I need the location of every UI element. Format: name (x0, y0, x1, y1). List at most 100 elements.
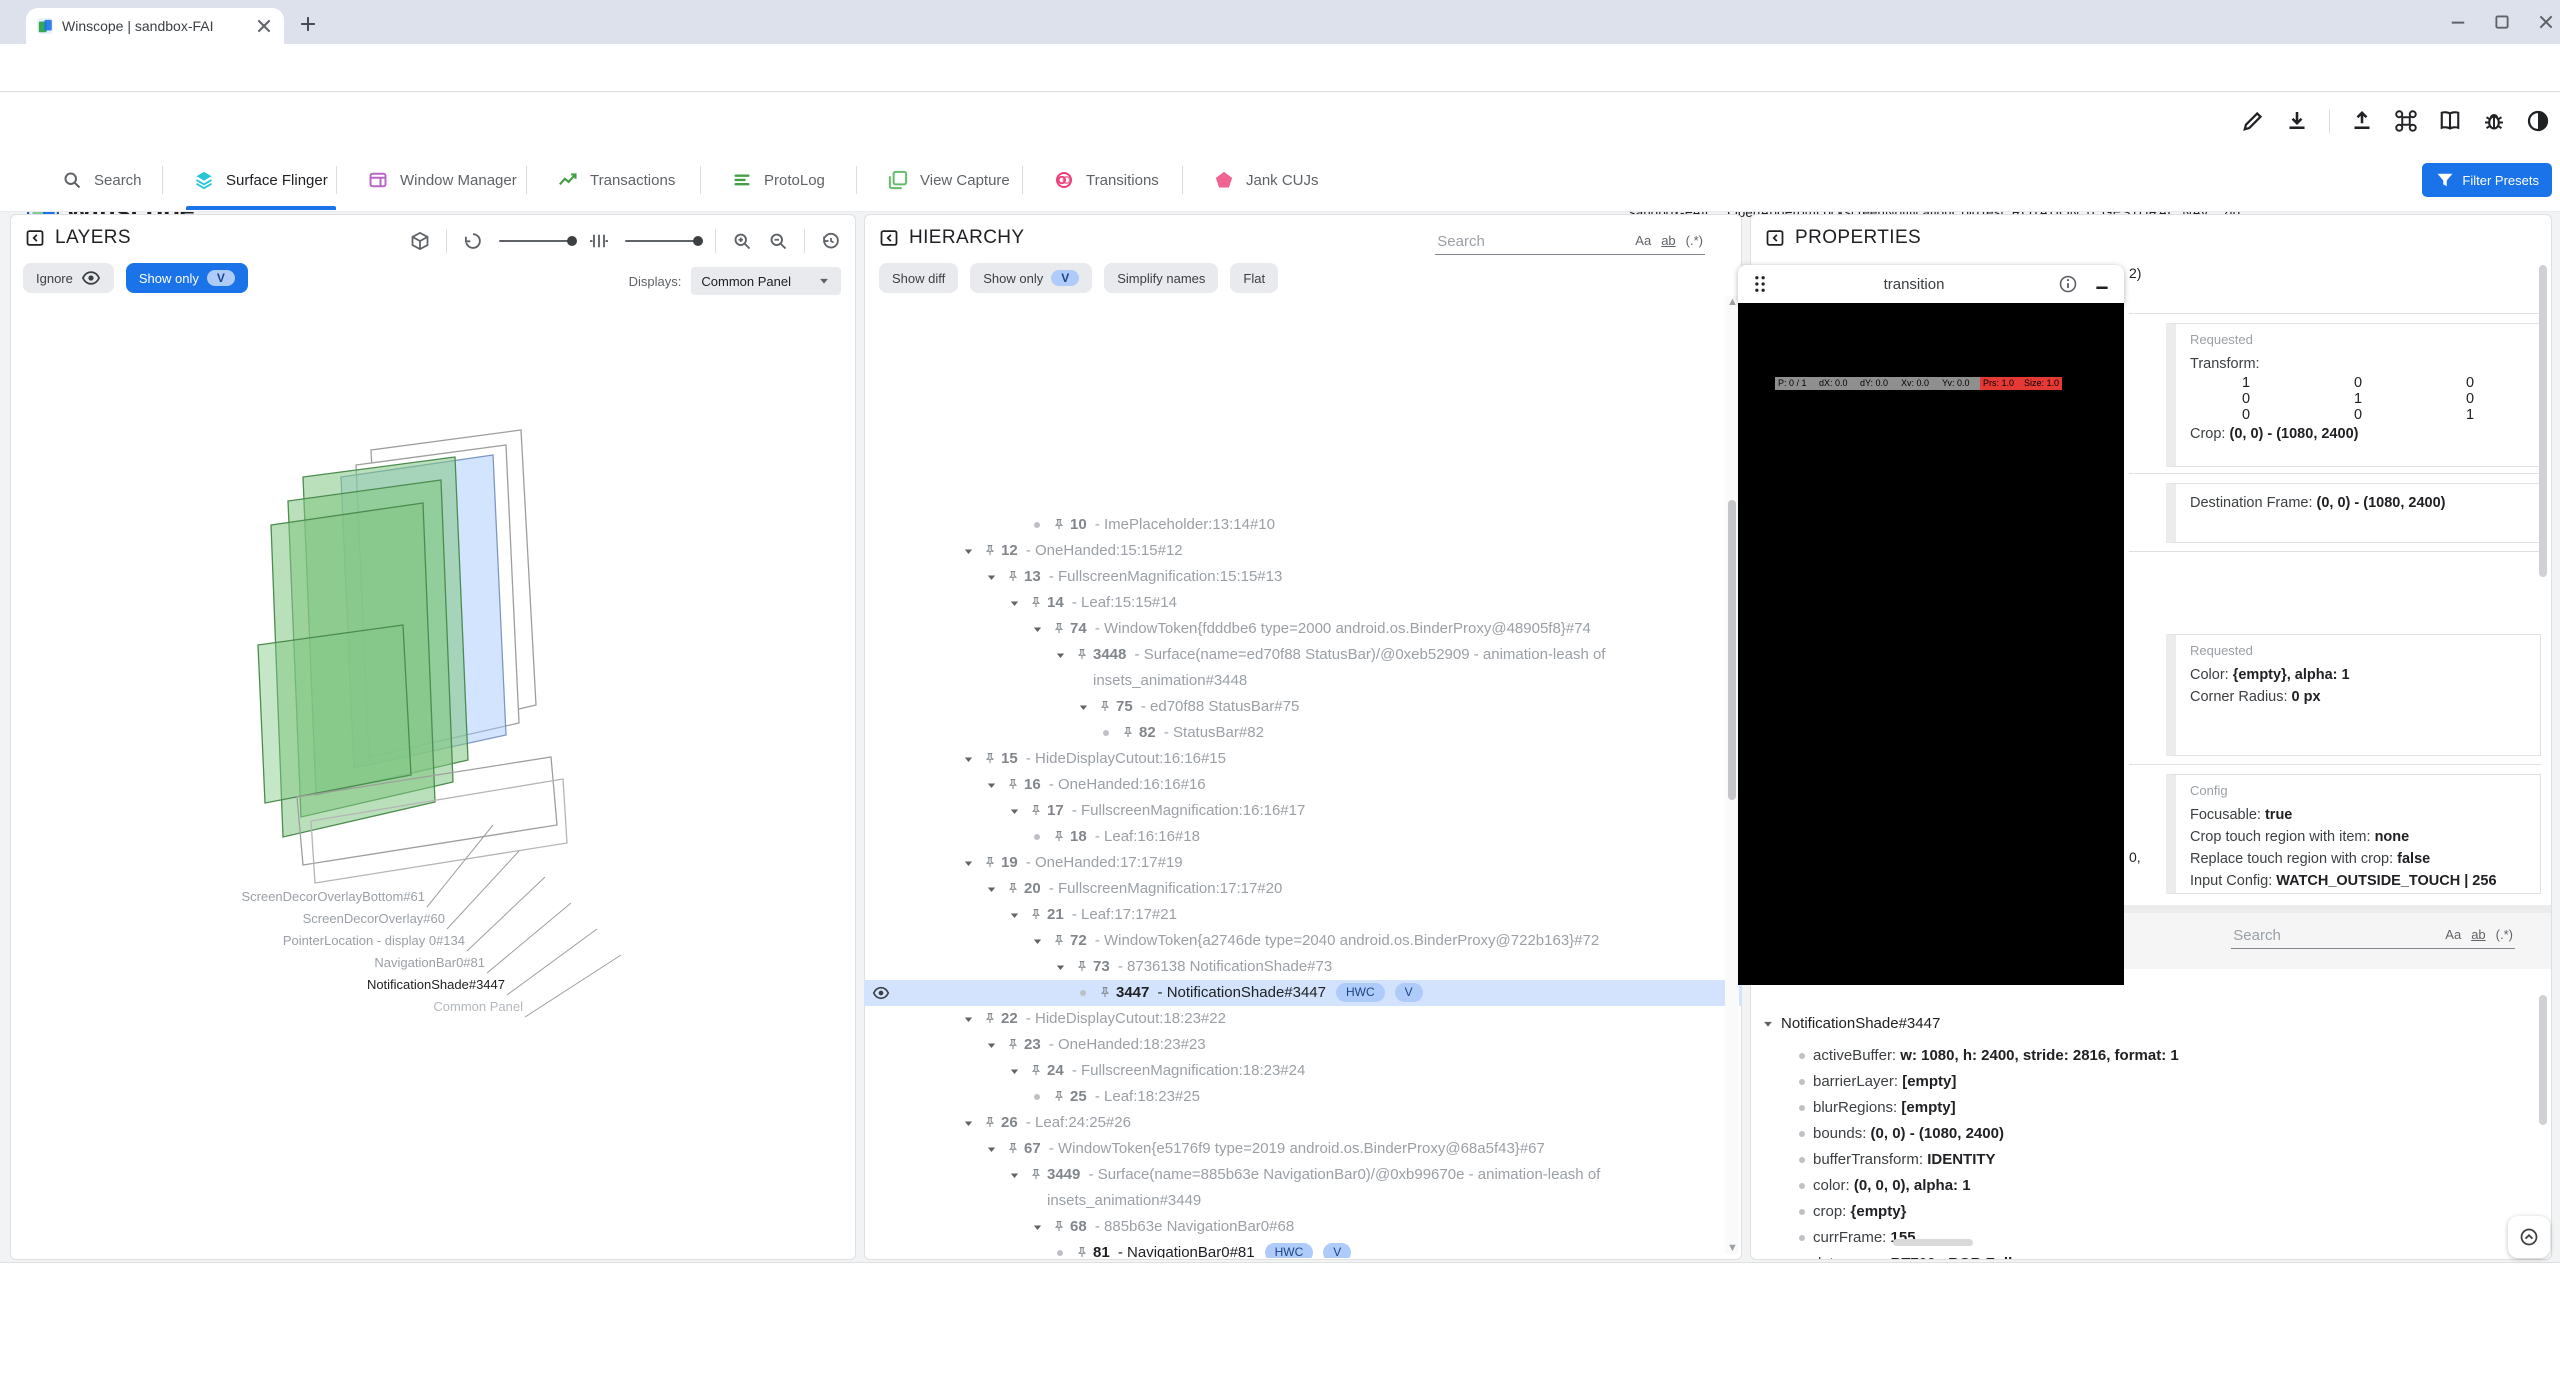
collapse-node-icon[interactable] (1003, 1058, 1025, 1078)
property-node[interactable]: crop: {empty} (1791, 1199, 2531, 1225)
drag-handle-icon[interactable] (1750, 274, 1770, 294)
collapse-node-icon[interactable] (1003, 798, 1025, 818)
tab-view-capture[interactable]: View Capture (862, 150, 1036, 210)
pin-icon[interactable] (1002, 564, 1024, 584)
tree-node[interactable]: 16 - OneHanded:16:16#16 (864, 772, 1742, 798)
tree-node[interactable]: 3447 - NotificationShade#3447HWCV (864, 980, 1742, 1006)
collapse-node-icon[interactable] (1072, 694, 1094, 714)
match-word-toggle[interactable]: ab (1661, 233, 1675, 248)
window-minimize-icon[interactable] (2448, 12, 2468, 32)
overlay-title-bar[interactable]: transition (1738, 265, 2124, 303)
tab-protolog[interactable]: ProtoLog (706, 150, 851, 210)
tree-node[interactable]: 74 - WindowToken{fdddbe6 type=2000 andro… (864, 616, 1742, 642)
layer-rect[interactable] (258, 625, 411, 803)
pin-icon[interactable] (1071, 954, 1093, 974)
layer-label[interactable]: NotificationShade#3447 (31, 977, 505, 992)
tab-close-icon[interactable] (254, 16, 274, 36)
tree-node[interactable]: 3449 - Surface(name=885b63e NavigationBa… (864, 1162, 1742, 1214)
tab-transactions[interactable]: Transactions (532, 150, 701, 210)
tab-window-manager[interactable]: Window Manager (342, 150, 543, 210)
collapse-node-icon[interactable] (980, 1032, 1002, 1052)
collapse-node-icon[interactable] (980, 1136, 1002, 1156)
pin-icon[interactable] (1094, 694, 1116, 714)
collapse-panel-icon[interactable] (1765, 228, 1785, 248)
tree-node[interactable]: 14 - Leaf:15:15#14 (864, 590, 1742, 616)
collapse-panel-icon[interactable] (25, 228, 45, 248)
property-node[interactable]: dataspace: BT709 sRGB Full range (1791, 1251, 2531, 1259)
tab-surface-flinger[interactable]: Surface Flinger (168, 150, 354, 210)
tree-node[interactable]: 3448 - Surface(name=ed70f88 StatusBar)/@… (864, 642, 1742, 694)
spacing-slider[interactable] (625, 240, 699, 242)
new-tab-button[interactable] (298, 14, 318, 34)
tree-node[interactable]: 17 - FullscreenMagnification:16:16#17 (864, 798, 1742, 824)
tree-node[interactable]: 67 - WindowToken{e5176f9 type=2019 andro… (864, 1136, 1742, 1162)
reset-view-icon[interactable] (821, 231, 841, 251)
collapse-node-icon[interactable] (980, 564, 1002, 584)
pin-icon[interactable] (979, 1110, 1001, 1130)
tree-node[interactable]: 82 - StatusBar#82 (864, 720, 1742, 746)
layer-label[interactable]: ScreenDecorOverlay#60 (31, 911, 445, 926)
pin-icon[interactable] (1025, 798, 1047, 818)
rotation-slider[interactable] (499, 240, 573, 242)
collapse-node-icon[interactable] (1026, 616, 1048, 636)
pin-icon[interactable] (1048, 928, 1070, 948)
tree-node[interactable]: 13 - FullscreenMagnification:15:15#13 (864, 564, 1742, 590)
tree-node[interactable]: 10 - ImePlaceholder:13:14#10 (864, 512, 1742, 538)
tree-node[interactable]: 72 - WindowToken{a2746de type=2040 andro… (864, 928, 1742, 954)
collapse-panel-icon[interactable] (879, 228, 899, 248)
collapse-node-icon[interactable] (957, 850, 979, 870)
visibility-eye-icon[interactable] (872, 984, 890, 1002)
match-word-toggle[interactable]: ab (2471, 927, 2485, 942)
zoom-out-icon[interactable] (768, 231, 788, 251)
pin-icon[interactable] (1048, 1084, 1070, 1104)
regex-toggle[interactable]: (.*) (1686, 233, 1703, 248)
expand-timeline-button[interactable] (2508, 1216, 2550, 1258)
tree-node[interactable]: 75 - ed70f88 StatusBar#75 (864, 694, 1742, 720)
tree-node[interactable]: 22 - HideDisplayCutout:18:23#22 (864, 1006, 1742, 1032)
bug-icon[interactable] (2482, 109, 2506, 133)
layer-label[interactable]: Common Panel (31, 999, 523, 1014)
tab-search[interactable]: Search (36, 150, 168, 210)
properties-root-node[interactable]: NotificationShade#3447 (1761, 1015, 1940, 1032)
pin-icon[interactable] (1117, 720, 1139, 740)
collapse-node-icon[interactable] (1026, 1214, 1048, 1234)
collapse-node-icon[interactable] (1049, 954, 1071, 974)
device-screen-view[interactable]: P: 0 / 1dX: 0.0dY: 0.0Xv: 0.0Yv: 0.0Prs:… (1738, 303, 2124, 985)
hierarchy-search-input[interactable] (1435, 229, 1625, 255)
minimize-overlay-icon[interactable] (2092, 274, 2112, 294)
window-close-icon[interactable] (2536, 12, 2556, 32)
tree-node[interactable]: 18 - Leaf:16:16#18 (864, 824, 1742, 850)
tree-node[interactable]: 81 - NavigationBar0#81HWCV (864, 1240, 1742, 1258)
pin-icon[interactable] (1048, 1214, 1070, 1234)
chip-simplify-names[interactable]: Simplify names (1104, 263, 1218, 293)
zoom-in-icon[interactable] (732, 231, 752, 251)
property-node[interactable]: bufferTransform: IDENTITY (1791, 1147, 2531, 1173)
tree-node[interactable]: 19 - OneHanded:17:17#19 (864, 850, 1742, 876)
subpanel-scrollbar[interactable] (2539, 995, 2547, 1125)
regex-toggle[interactable]: (.*) (2496, 927, 2513, 942)
ignore-chip[interactable]: Ignore (23, 263, 114, 293)
info-icon[interactable] (2058, 274, 2078, 294)
hierarchy-scrollbar[interactable]: ▲ ▼ (1725, 296, 1739, 1254)
pin-icon[interactable] (979, 850, 1001, 870)
tree-node[interactable]: 73 - 8736138 NotificationShade#73 (864, 954, 1742, 980)
upload-icon[interactable] (2350, 109, 2374, 133)
collapse-node-icon[interactable] (1003, 1162, 1025, 1182)
collapse-node-icon[interactable] (1003, 902, 1025, 922)
shortcuts-icon[interactable] (2394, 109, 2418, 133)
pin-icon[interactable] (1048, 824, 1070, 844)
property-node[interactable]: currFrame: 155 (1791, 1225, 2531, 1251)
collapse-node-icon[interactable] (980, 772, 1002, 792)
tree-node[interactable]: 21 - Leaf:17:17#21 (864, 902, 1742, 928)
tree-node[interactable]: 23 - OneHanded:18:23#23 (864, 1032, 1742, 1058)
pin-icon[interactable] (1002, 876, 1024, 896)
show-only-chip[interactable]: Show only V (126, 263, 248, 293)
collapse-node-icon[interactable] (1049, 642, 1071, 662)
pin-icon[interactable] (1094, 980, 1116, 1000)
collapse-node-icon[interactable] (957, 1110, 979, 1130)
pin-icon[interactable] (1002, 1032, 1024, 1052)
tree-node[interactable]: 15 - HideDisplayCutout:16:16#15 (864, 746, 1742, 772)
tree-node[interactable]: 26 - Leaf:24:25#26 (864, 1110, 1742, 1136)
layer-label[interactable]: NavigationBar0#81 (31, 955, 485, 970)
pin-icon[interactable] (1002, 1136, 1024, 1156)
